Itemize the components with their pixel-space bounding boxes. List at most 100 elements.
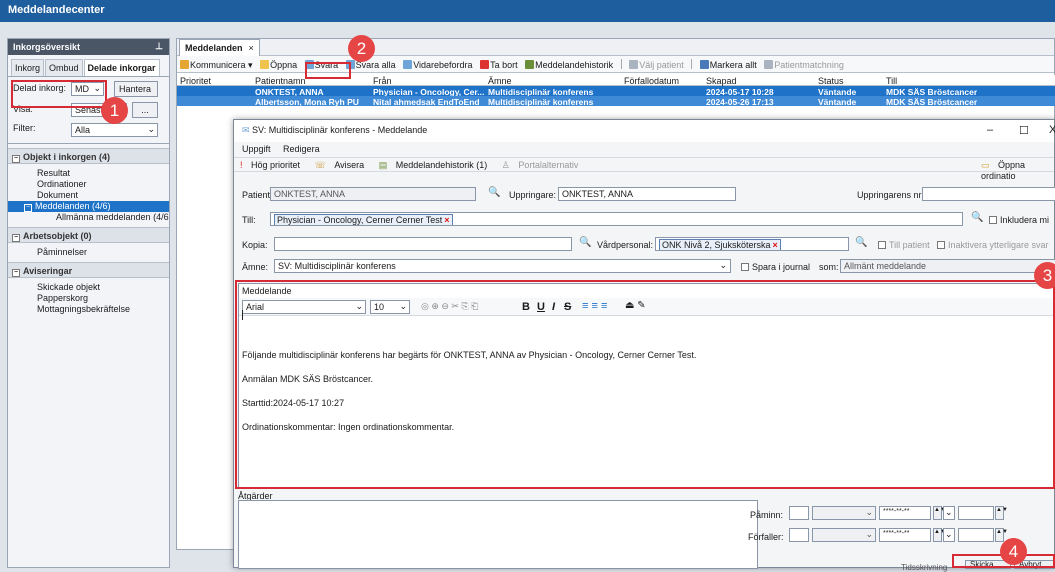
open-order-button[interactable]: ▭ Öppna ordinatio [981, 160, 1048, 181]
inbox-tabs: Inkorg Ombud Delade inkorgar [8, 59, 169, 77]
spinner-icon[interactable]: ▲▼ [933, 506, 946, 520]
remove-icon[interactable]: × [773, 240, 778, 250]
open-button[interactable]: Öppna [260, 60, 297, 70]
originator-nr-field[interactable] [922, 187, 1055, 201]
reply-all-button[interactable]: Svara alla [345, 60, 396, 70]
notify-button[interactable]: ☏ Avisera [315, 160, 371, 170]
group-work-objects[interactable]: − Arbetsobjekt (0) [8, 227, 169, 243]
spinner-icon[interactable]: ▲▼ [933, 528, 946, 542]
col-from[interactable]: Från [373, 76, 392, 86]
step-badge-4: 4 [1000, 538, 1027, 565]
tab-inbox[interactable]: Inkorg [11, 59, 45, 76]
list-item-general-messages[interactable]: Allmänna meddelanden (4/6 [8, 212, 169, 223]
close-icon[interactable]: × [249, 43, 254, 53]
chevron-down-icon[interactable]: ⌄ [719, 260, 727, 271]
col-created[interactable]: Skapad [706, 76, 737, 86]
communicate-button[interactable]: Kommunicera ▾ [180, 60, 253, 71]
panel-title: Inkorgsöversikt [13, 42, 81, 52]
cc-field[interactable] [274, 237, 572, 251]
list-item-results[interactable]: Resultat [8, 168, 169, 179]
forward-button[interactable]: Vidarebefordra [403, 60, 473, 70]
collapse-icon[interactable]: − [12, 234, 20, 242]
dialog-history-button[interactable]: ▤ Meddelandehistorik (1) [379, 160, 494, 170]
chevron-down-icon: ⌄ [865, 529, 873, 539]
tab-messages[interactable]: Meddelanden × [179, 39, 260, 56]
deactivate-replies-checkbox[interactable]: Inaktivera ytterligare svar [937, 240, 1049, 250]
choose-patient-button[interactable]: Välj patient [629, 60, 684, 70]
spinner-icon[interactable]: ▲▼ [995, 506, 1008, 520]
list-item-receipts[interactable]: Mottagningsbekräftelse [8, 304, 169, 315]
filter-select[interactable]: Alla ⌄ [71, 123, 158, 137]
cell-subject: Multidisciplinär konferens [488, 97, 594, 107]
reminder-field[interactable] [789, 506, 809, 520]
checkbox-icon[interactable] [937, 241, 945, 249]
list-item-reminders[interactable]: Påminnelser [8, 247, 169, 258]
collapse-icon[interactable]: − [12, 155, 20, 163]
manage-button[interactable]: Hantera [114, 81, 158, 97]
minimize-button[interactable]: – [987, 124, 993, 136]
care-staff-chip[interactable]: ONK Nivå 2, Sjuksköterska × [659, 239, 781, 250]
to-field[interactable]: Physician - Oncology, Cerner Cerner Test… [270, 212, 963, 226]
due-date[interactable]: ****-**-** [879, 528, 931, 542]
subject-field[interactable]: SV: Multidisciplinär konferens ⌄ [274, 259, 731, 273]
col-patient[interactable]: Patientnamn [255, 76, 306, 86]
binoculars-icon[interactable]: 🔍 [971, 212, 983, 223]
due-unit[interactable]: ⌄ [943, 528, 955, 542]
list-item-messages[interactable]: − Meddelanden (4/6) [8, 201, 169, 212]
col-status[interactable]: Status [818, 76, 844, 86]
save-journal-checkbox[interactable]: Spara i journal [741, 262, 810, 272]
close-button[interactable]: X [1049, 124, 1055, 136]
list-item-trash[interactable]: Papperskorg [8, 293, 169, 304]
care-staff-field[interactable]: ONK Nivå 2, Sjuksköterska × [655, 237, 849, 251]
list-item-documents[interactable]: Dokument [8, 190, 169, 201]
binoculars-icon[interactable]: 🔍 [488, 187, 500, 198]
mark-all-button[interactable]: Markera allt [699, 60, 757, 70]
reminder-time[interactable] [958, 506, 994, 520]
actions-box[interactable] [238, 500, 758, 569]
group-inbox-objects[interactable]: − Objekt i inkorgen (4) [8, 148, 169, 164]
menu-edit[interactable]: Redigera [283, 144, 320, 154]
binoculars-icon[interactable]: 🔍 [855, 237, 867, 248]
due-time[interactable] [958, 528, 994, 542]
col-due[interactable]: Förfallodatum [624, 76, 679, 86]
list-item-sent[interactable]: Skickade objekt [8, 282, 169, 293]
remove-icon[interactable]: × [444, 215, 449, 225]
reminder-date[interactable]: ****-**-** [879, 506, 931, 520]
group-notifications[interactable]: − Aviseringar [8, 262, 169, 278]
tab-proxy[interactable]: Ombud [45, 59, 83, 76]
delete-button[interactable]: Ta bort [480, 60, 518, 70]
col-subject[interactable]: Ämne [488, 76, 512, 86]
reminder-unit[interactable]: ⌄ [943, 506, 955, 520]
col-priority[interactable]: Prioritet [180, 76, 211, 86]
binoculars-icon[interactable]: 🔍 [579, 237, 591, 248]
spinner-icon[interactable]: ▲▼ [995, 528, 1008, 542]
checkbox-icon[interactable] [741, 263, 749, 271]
table-row[interactable]: ONKTEST, ANNA Physician - Oncology, Cer.… [177, 86, 1055, 97]
high-priority-button[interactable]: ! Hög prioritet [240, 160, 306, 170]
due-select[interactable]: ⌄ [812, 528, 876, 542]
due-field[interactable] [789, 528, 809, 542]
to-patient-checkbox[interactable]: Till patient [878, 240, 930, 250]
view-more-button[interactable]: ... [132, 102, 158, 118]
collapse-icon[interactable]: − [24, 204, 32, 212]
list-item-orders[interactable]: Ordinationer [8, 179, 169, 190]
checkbox-icon[interactable] [989, 216, 997, 224]
patient-match-button[interactable]: Patientmatchning [764, 60, 844, 70]
chevron-down-icon: ⌄ [865, 507, 873, 517]
originator-field[interactable]: ONKTEST, ANNA [558, 187, 736, 201]
history-button[interactable]: Meddelandehistorik [525, 60, 613, 70]
chevron-down-icon: ⌄ [147, 124, 155, 134]
table-row[interactable]: Albertsson, Mona Ryh PU Nital ahmedsak E… [177, 96, 1055, 107]
include-checkbox[interactable]: Inkludera mi [989, 215, 1049, 225]
portal-button[interactable]: ♙ Portalalternativ [502, 160, 585, 170]
tab-shared-inboxes[interactable]: Delade inkorgar [83, 59, 160, 76]
recipient-chip[interactable]: Physician - Oncology, Cerner Cerner Test… [274, 214, 453, 225]
maximize-button[interactable]: ☐ [1019, 124, 1029, 137]
pin-icon[interactable]: ⊥ [155, 41, 163, 52]
checkbox-icon[interactable] [878, 241, 886, 249]
reminder-select[interactable]: ⌄ [812, 506, 876, 520]
menu-task[interactable]: Uppgift [242, 144, 271, 154]
col-to[interactable]: Till [886, 76, 897, 86]
collapse-icon[interactable]: − [12, 269, 20, 277]
high-priority-label: Hög prioritet [251, 160, 301, 170]
